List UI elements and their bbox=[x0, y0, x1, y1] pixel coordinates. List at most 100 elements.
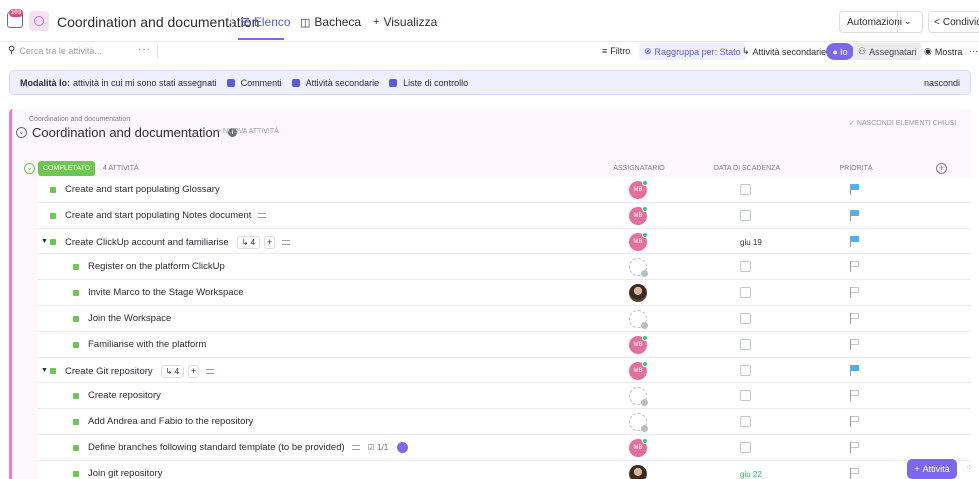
assignee-avatar[interactable]: MB bbox=[629, 231, 648, 251]
assignees-button[interactable]: ⚇ Assegnatari bbox=[853, 43, 922, 60]
priority-flag-icon[interactable] bbox=[850, 312, 860, 324]
task-row[interactable]: ▼ Create ClickUp account and familiarise ↳… bbox=[38, 228, 971, 255]
calendar-icon[interactable] bbox=[740, 390, 751, 402]
user-icon[interactable] bbox=[397, 441, 409, 453]
calendar-icon[interactable] bbox=[740, 312, 751, 324]
status-collapse-icon[interactable]: ⌄ bbox=[24, 163, 35, 174]
assignee-avatar[interactable] bbox=[629, 284, 647, 303]
apps-icon[interactable]: ⁘ bbox=[966, 463, 976, 473]
task-name[interactable]: Create ClickUp account and familiarise bbox=[65, 237, 229, 248]
priority-flag-icon[interactable] bbox=[850, 184, 860, 195]
assignee-avatar[interactable]: MB bbox=[629, 205, 648, 225]
add-assignee-icon[interactable] bbox=[629, 413, 648, 433]
checkbox-icon[interactable] bbox=[226, 78, 235, 87]
task-status-icon[interactable] bbox=[73, 470, 79, 477]
task-name[interactable]: Join git repository bbox=[88, 468, 162, 479]
priority-flag-icon[interactable] bbox=[850, 261, 860, 273]
group-by-button[interactable]: ⊗ Raggruppa per: Stato bbox=[639, 43, 746, 60]
status-badge[interactable]: COMPLETATO bbox=[38, 161, 96, 176]
task-row[interactable]: Create and start populating Glossary MB bbox=[38, 177, 971, 203]
priority-flag-icon[interactable] bbox=[850, 209, 860, 221]
subtasks-button[interactable]: ↳ Attività secondarie bbox=[742, 46, 826, 57]
calendar-icon[interactable] bbox=[740, 364, 751, 376]
subtask-count-chip[interactable]: ↳ 4 bbox=[236, 235, 261, 249]
banner-chip-subtasks[interactable]: Attività secondarie bbox=[306, 78, 380, 88]
priority-flag-icon[interactable] bbox=[850, 441, 860, 453]
search-input[interactable]: ⚲ Cerca tra le attività... bbox=[8, 45, 102, 56]
task-status-icon[interactable] bbox=[73, 264, 79, 271]
task-name[interactable]: Create and start populating Glossary bbox=[65, 184, 220, 195]
task-name[interactable]: Register on the platform ClickUp bbox=[88, 261, 225, 272]
task-name[interactable]: Add Andrea and Fabio to the repository bbox=[88, 416, 253, 427]
task-row[interactable]: Join git repository giu 22 bbox=[38, 460, 971, 479]
checkbox-icon[interactable] bbox=[291, 78, 300, 87]
task-status-icon[interactable] bbox=[73, 315, 79, 322]
due-date[interactable]: giu 19 bbox=[740, 238, 762, 247]
add-assignee-icon[interactable] bbox=[629, 387, 648, 407]
task-name[interactable]: Create and start populating Notes docume… bbox=[65, 210, 251, 221]
task-row[interactable]: Add Andrea and Fabio to the repository bbox=[38, 409, 971, 435]
task-row[interactable]: ▼ Create Git repository ↳ 4 + MB bbox=[38, 357, 971, 384]
subtask-count-chip[interactable]: ↳ 4 bbox=[160, 364, 185, 378]
add-view-button[interactable]: + Visualizza bbox=[373, 15, 437, 29]
priority-flag-icon[interactable] bbox=[850, 287, 860, 299]
new-task-button[interactable]: + NUOVA ATTIVITÀ bbox=[217, 128, 279, 135]
expand-subtasks-icon[interactable]: ▼ bbox=[41, 238, 48, 245]
priority-flag-icon[interactable] bbox=[850, 416, 860, 428]
task-name[interactable]: Define branches following standard templ… bbox=[88, 442, 345, 453]
share-button[interactable]: < Condividi bbox=[928, 11, 979, 33]
banner-chip-comments[interactable]: Commenti bbox=[241, 78, 282, 88]
task-status-icon[interactable] bbox=[50, 238, 56, 245]
task-row[interactable]: Create and start populating Notes docume… bbox=[38, 202, 971, 229]
expand-subtasks-icon[interactable]: ▼ bbox=[41, 367, 48, 374]
assignee-avatar[interactable] bbox=[629, 464, 647, 479]
task-name[interactable]: Familiarise with the platform bbox=[88, 339, 206, 350]
task-row[interactable]: Join the Workspace bbox=[38, 305, 971, 332]
task-status-icon[interactable] bbox=[73, 290, 79, 297]
calendar-icon[interactable] bbox=[740, 184, 751, 195]
task-name[interactable]: Create Git repository bbox=[65, 366, 153, 377]
priority-flag-icon[interactable] bbox=[850, 390, 860, 402]
me-mode-toggle[interactable]: ● Io bbox=[826, 43, 854, 60]
task-name[interactable]: Create repository bbox=[88, 390, 161, 401]
tab-board[interactable]: ◫ Bacheca bbox=[300, 15, 361, 29]
task-status-icon[interactable] bbox=[50, 367, 56, 374]
priority-flag-icon[interactable] bbox=[850, 364, 860, 376]
hide-banner-link[interactable]: nascondi bbox=[924, 78, 960, 88]
calendar-icon[interactable] bbox=[740, 209, 751, 221]
tab-list[interactable]: ☰ Elenco bbox=[240, 15, 291, 29]
priority-flag-icon[interactable] bbox=[850, 338, 860, 350]
task-status-icon[interactable] bbox=[73, 341, 79, 348]
add-subtask-icon[interactable]: + bbox=[264, 235, 276, 249]
column-header-priority[interactable]: PRIORITÀ bbox=[839, 165, 872, 172]
assignee-avatar[interactable]: MB bbox=[629, 360, 648, 380]
filter-button[interactable]: ≡ Filtro bbox=[602, 46, 630, 56]
chevron-down-icon[interactable]: ⌄ bbox=[904, 16, 912, 27]
calendar-icon[interactable] bbox=[740, 338, 751, 350]
task-row[interactable]: Familiarise with the platform MB bbox=[38, 331, 971, 358]
list-title[interactable]: Coordination and documentation bbox=[32, 125, 220, 140]
task-row[interactable]: Create repository bbox=[38, 383, 971, 410]
add-subtask-icon[interactable]: + bbox=[188, 364, 200, 378]
new-task-fab[interactable]: + Attività bbox=[907, 459, 957, 479]
task-status-icon[interactable] bbox=[73, 419, 79, 426]
task-name[interactable]: Invite Marco to the Stage Workspace bbox=[88, 287, 244, 298]
checklist-progress[interactable]: ☑ 1/1 bbox=[368, 443, 389, 452]
calendar-icon[interactable] bbox=[740, 416, 751, 428]
priority-flag-icon[interactable] bbox=[850, 235, 860, 247]
task-row[interactable]: Register on the platform ClickUp bbox=[38, 254, 971, 281]
task-status-icon[interactable] bbox=[73, 393, 79, 400]
banner-chip-checklists[interactable]: Liste di controllo bbox=[403, 78, 468, 88]
add-assignee-icon[interactable] bbox=[629, 258, 648, 278]
calendar-icon[interactable] bbox=[740, 441, 751, 453]
hide-closed-button[interactable]: ✓ NASCONDI ELEMENTI CHIUSI bbox=[849, 119, 956, 127]
task-name[interactable]: Join the Workspace bbox=[88, 313, 171, 324]
due-date[interactable]: giu 22 bbox=[740, 470, 762, 479]
breadcrumb[interactable]: Coordination and documentation bbox=[29, 116, 130, 123]
page-title[interactable]: Coordination and documentation bbox=[57, 14, 259, 30]
column-header-due-date[interactable]: DATA DI SCADENZA bbox=[714, 165, 780, 172]
task-status-icon[interactable] bbox=[50, 212, 56, 219]
collapse-icon[interactable]: ⌄ bbox=[16, 127, 27, 138]
more-icon[interactable]: ··· bbox=[969, 46, 978, 56]
calendar-icon[interactable] bbox=[740, 261, 751, 273]
